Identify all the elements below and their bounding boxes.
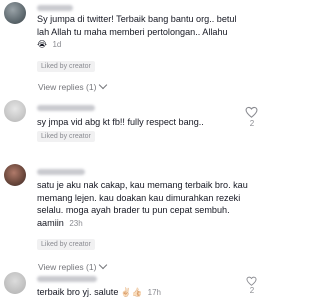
username-blurred[interactable] <box>37 5 73 11</box>
comment-timestamp: 17h <box>147 288 161 297</box>
heart-outline-icon <box>245 106 258 118</box>
comment-text: terbaik bro yj. salute ✌🏻👍🏻 17h <box>37 286 237 300</box>
chevron-down-icon <box>99 80 108 90</box>
like-button[interactable]: 2 <box>245 276 259 295</box>
avatar[interactable] <box>4 100 26 122</box>
peace-thumbs-up-emoji: ✌🏻👍🏻 <box>120 288 143 298</box>
heart-outline-icon <box>246 276 257 286</box>
comment-body: Sy jumpa di twitter! Terbaik bang bantu … <box>37 14 237 37</box>
comment-timestamp: 23h <box>69 218 83 228</box>
view-replies-button[interactable]: View replies (1) <box>38 80 108 92</box>
avatar[interactable] <box>4 164 26 186</box>
comment-body: sy jmpa vid abg kt fb!! fully respect ba… <box>37 117 204 127</box>
liked-by-creator-badge: Liked by creator <box>37 239 95 250</box>
avatar[interactable] <box>4 272 26 294</box>
like-button[interactable]: 2 <box>245 106 259 128</box>
comment-text: sy jmpa vid abg kt fb!! fully respect ba… <box>37 116 237 129</box>
comment-text: satu je aku nak cakap, kau memang terbai… <box>37 179 249 230</box>
username-blurred[interactable] <box>37 105 95 111</box>
username-blurred[interactable] <box>37 276 97 282</box>
view-replies-button[interactable]: View replies (1) <box>38 260 108 272</box>
view-replies-label: View replies (1) <box>38 262 97 272</box>
liked-by-creator-badge: Liked by creator <box>37 131 95 142</box>
view-replies-label: View replies (1) <box>38 82 97 92</box>
comment-timestamp: 1d <box>52 40 62 49</box>
comment-body: terbaik bro yj. salute <box>37 287 119 297</box>
comment-text: Sy jumpa di twitter! Terbaik bang bantu … <box>37 13 237 52</box>
crying-emoji: 😭 <box>37 40 47 50</box>
username-blurred[interactable] <box>37 169 85 175</box>
like-count: 2 <box>249 119 255 128</box>
chevron-down-icon <box>99 260 108 270</box>
avatar[interactable] <box>4 2 26 24</box>
like-count: 2 <box>249 286 255 295</box>
liked-by-creator-badge: Liked by creator <box>37 61 95 72</box>
